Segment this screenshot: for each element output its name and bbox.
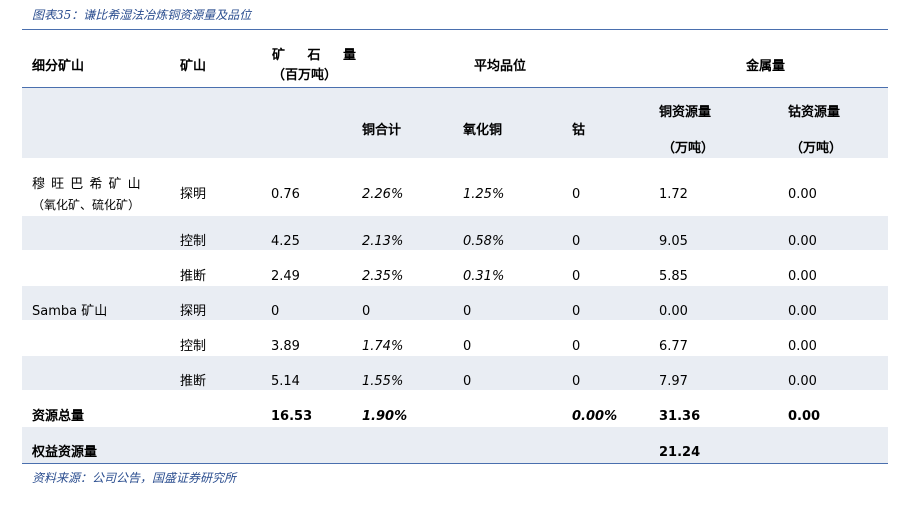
header-cobalt: 钴 [572,123,586,138]
equity-cu-resource: 21.24 [659,445,701,460]
bottom-rule [22,463,888,464]
total-cu-total: 1.90% [362,409,408,424]
table-cell-cu-oxide: 0 [463,374,472,389]
table-cell-cu-total: 2.13% [362,234,404,249]
header-avg-grade: 平均品位 [474,59,527,74]
table-cell-cobalt: 0 [572,304,581,319]
table-cell-cu-resource: 1.72 [659,187,688,202]
total-cobalt: 0.00% [572,409,618,424]
equity-label: 权益资源量 [32,445,98,460]
table-cell-co-resource: 0.00 [788,187,817,202]
header-metal: 金属量 [746,59,786,74]
table-cell-cu-resource: 5.85 [659,269,688,284]
table-cell-co-resource: 0.00 [788,269,817,284]
table-cell-cobalt: 0 [572,187,581,202]
table-cell-cu-oxide: 0 [463,304,472,319]
table-cell-co-resource: 0.00 [788,339,817,354]
header-cu-resource-unit: （万吨） [662,141,715,156]
table-cell-category: 探明 [180,304,207,319]
table-cell-cobalt: 0 [572,269,581,284]
mine-name: Samba 矿山 [32,304,108,319]
table-cell-cu-total: 1.74% [362,339,404,354]
table-cell-category: 推断 [180,269,207,284]
total-label: 资源总量 [32,409,85,424]
table-cell-co-resource: 0.00 [788,304,817,319]
row-band [22,427,888,463]
table-cell-ore: 5.14 [271,374,300,389]
table-cell-cobalt: 0 [572,234,581,249]
source-note: 资料来源：公司公告，国盛证券研究所 [32,471,237,485]
total-co-resource: 0.00 [788,409,821,424]
row-band [22,216,888,250]
header-co-resource: 钴资源量 [788,105,841,120]
table-cell-ore: 0.76 [271,187,300,202]
table-cell-ore: 2.49 [271,269,300,284]
table-cell-category: 控制 [180,339,207,354]
mine-name: 穆 旺 巴 希 矿 山 [32,177,142,192]
table-cell-cu-oxide: 0.58% [463,234,505,249]
row-band [22,286,888,320]
table-cell-cu-resource: 6.77 [659,339,688,354]
table-cell-ore: 3.89 [271,339,300,354]
table-cell-cu-total: 2.26% [362,187,404,202]
table-cell-ore: 0 [271,304,280,319]
table-cell-cu-resource: 9.05 [659,234,688,249]
header-co-resource-unit: （万吨） [790,141,843,156]
table-cell-category: 推断 [180,374,207,389]
table-cell-cu-total: 1.55% [362,374,404,389]
total-cu-resource: 31.36 [659,409,701,424]
table-cell-category: 控制 [180,234,207,249]
table-cell-cu-resource: 7.97 [659,374,688,389]
table-cell-co-resource: 0.00 [788,374,817,389]
table-cell-ore: 4.25 [271,234,300,249]
header-ore-type: 矿山 [180,59,207,74]
table-cell-cu-resource: 0.00 [659,304,688,319]
header-mine: 细分矿山 [32,59,85,74]
header-rule [22,87,888,88]
table-cell-cu-oxide: 0 [463,339,472,354]
table-cell-cu-total: 0 [362,304,371,319]
top-rule [22,29,888,30]
table-caption: 图表35：谦比希湿法冶炼铜资源量及品位 [32,8,252,22]
table-cell-category: 探明 [180,187,207,202]
table-cell-cu-total: 2.35% [362,269,404,284]
total-ore: 16.53 [271,409,313,424]
header-cu-total: 铜合计 [362,123,402,138]
table-cell-cu-oxide: 0.31% [463,269,505,284]
header-ore-unit: （百万吨） [272,68,338,83]
table-cell-cobalt: 0 [572,374,581,389]
header-band [22,88,888,158]
row-band [22,356,888,390]
table-cell-cobalt: 0 [572,339,581,354]
mine-subtitle: （氧化矿、硫化矿） [32,198,141,212]
table-cell-co-resource: 0.00 [788,234,817,249]
header-ore-tonnage: 矿 石 量 [272,48,366,63]
header-cu-resource: 铜资源量 [659,105,712,120]
table-cell-cu-oxide: 1.25% [463,187,505,202]
header-cu-oxide: 氧化铜 [463,123,503,138]
